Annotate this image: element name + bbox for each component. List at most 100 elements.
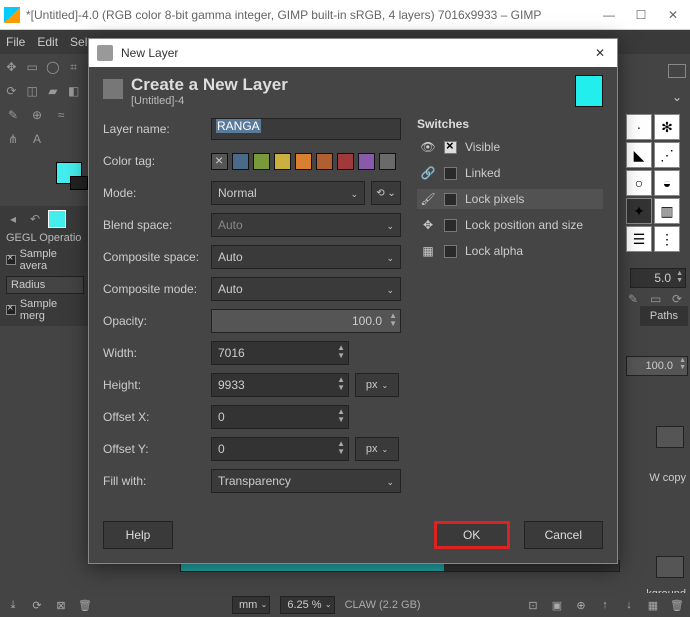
layer-thumbnail[interactable] [656,426,684,448]
brush-size-spinner[interactable]: 5.0 ▲▼ [630,268,686,288]
brush-cell[interactable]: ☰ [626,226,652,252]
down-icon[interactable]: ▼ [337,384,345,392]
sb-nav-4[interactable]: ↑ [598,598,612,612]
color-tag-swatch[interactable] [337,153,354,170]
color-tag-swatch[interactable] [379,153,396,170]
sb-close-icon[interactable]: ⊠ [54,598,68,612]
down-icon[interactable]: ▼ [337,448,345,456]
menu-file[interactable]: File [6,35,25,49]
maximize-button[interactable]: ☐ [634,8,648,22]
brush-cell[interactable]: ⋮ [654,226,680,252]
brush-cell[interactable]: ▥ [654,198,680,224]
lasso-icon[interactable]: ◯ [46,58,61,76]
bucket-icon[interactable]: ▰ [46,82,61,100]
color-tag-swatch[interactable] [232,153,249,170]
sample-average-row[interactable]: Sample avera [2,246,88,274]
dialog-titlebar[interactable]: New Layer ✕ [89,39,617,67]
offset-unit-dropdown[interactable]: px ⌄ [355,437,399,461]
switch-lock-pixels-row[interactable]: 🖌 Lock pixels [417,189,603,209]
down-icon[interactable]: ▼ [337,352,345,360]
offset-x-input[interactable]: 0▲▼ [211,405,349,429]
pencil-icon[interactable]: ✎ [4,106,22,124]
sb-save-icon[interactable]: ⤓ [6,598,20,612]
sb-nav-1[interactable]: ⊡ [526,598,540,612]
color-tag-swatch[interactable] [253,153,270,170]
menu-edit[interactable]: Edit [37,35,58,49]
blend-space-dropdown[interactable]: Auto⌄ [211,213,401,237]
fill-with-dropdown[interactable]: Transparency⌄ [211,469,401,493]
minimize-button[interactable]: — [602,8,616,22]
layer-name-input[interactable]: RANGA [211,118,401,140]
text-icon[interactable]: A [28,130,46,148]
zoom-dropdown[interactable]: 6.25 %⌄ [280,596,334,614]
mode-dropdown[interactable]: Normal⌄ [211,181,365,205]
sample-merged-checkbox[interactable] [6,305,16,315]
width-input[interactable]: 7016▲▼ [211,341,349,365]
switch-lock-position-checkbox[interactable] [444,219,457,232]
radius-field[interactable]: Radius [6,276,84,294]
down-icon[interactable]: ▼ [389,320,397,328]
switch-lock-pixels-checkbox[interactable] [444,193,457,206]
switch-lock-alpha-row[interactable]: ▦ Lock alpha [417,241,603,261]
rect-select-icon[interactable]: ▭ [25,58,40,76]
smudge-icon[interactable]: ≈ [52,106,70,124]
tab-icon-2[interactable]: ↶ [26,210,44,228]
color-tag-swatch[interactable] [211,153,228,170]
brush-cell[interactable]: ∙ [626,114,652,140]
move-tool-icon[interactable]: ✥ [4,58,19,76]
unit-dropdown[interactable]: mm⌄ [232,596,270,614]
sb-nav-2[interactable]: ▣ [550,598,564,612]
crop-icon[interactable]: ⌗ [66,58,81,76]
brush-cell[interactable]: ◣ [626,142,652,168]
composite-mode-dropdown[interactable]: Auto⌄ [211,277,401,301]
sb-nav-7[interactable]: 🗑 [670,598,684,612]
tab-active-icon[interactable] [48,210,66,228]
switch-linked-row[interactable]: 🔗 Linked [417,163,603,183]
color-tag-swatch[interactable] [295,153,312,170]
sb-nav-6[interactable]: ▦ [646,598,660,612]
brush-cell[interactable]: ✦ [626,198,652,224]
tab-icon-1[interactable]: ◂ [4,210,22,228]
close-window-button[interactable]: ✕ [666,8,680,22]
clone-icon[interactable]: ⊕ [28,106,46,124]
sb-refresh-icon[interactable]: ⟳ [30,598,44,612]
brush-cell[interactable]: ○ [626,170,652,196]
panel-btn-2[interactable]: ▭ [650,292,664,306]
ok-button[interactable]: OK [434,521,510,549]
brush-cell[interactable]: ◒ [654,170,680,196]
help-button[interactable]: Help [103,521,173,549]
brush-cell[interactable]: ✻ [654,114,680,140]
dock-caret-icon[interactable]: ⌄ [672,90,682,104]
composite-space-dropdown[interactable]: Auto⌄ [211,245,401,269]
height-unit-dropdown[interactable]: px ⌄ [355,373,399,397]
path-icon[interactable]: ⋔ [4,130,22,148]
color-tag-swatch[interactable] [358,153,375,170]
sample-average-checkbox[interactable] [6,255,16,265]
sample-merged-row[interactable]: Sample merg [2,296,88,324]
sb-nav-3[interactable]: ⊕ [574,598,588,612]
panel-btn-3[interactable]: ⟳ [672,292,686,306]
dialog-close-button[interactable]: ✕ [595,46,609,60]
switch-lock-position-row[interactable]: ✥ Lock position and size [417,215,603,235]
switch-visible-checkbox[interactable] [444,141,457,154]
offset-y-input[interactable]: 0▲▼ [211,437,349,461]
sb-delete-icon[interactable]: 🗑 [78,598,92,612]
panel-btn-1[interactable]: ✎ [628,292,642,306]
opacity-input[interactable]: 100.0▲▼ [211,309,401,333]
down-icon[interactable]: ▼ [337,416,345,424]
layer-thumbnail-bg[interactable] [656,556,684,578]
cancel-button[interactable]: Cancel [524,521,603,549]
dock-tab-button[interactable] [668,64,686,78]
background-color-swatch[interactable] [70,176,88,190]
gradient-icon[interactable]: ◧ [66,82,81,100]
rotate-icon[interactable]: ⟳ [4,82,19,100]
sb-nav-5[interactable]: ↓ [622,598,636,612]
color-tag-swatch[interactable] [274,153,291,170]
height-input[interactable]: 9933▲▼ [211,373,349,397]
mode-reset-button[interactable]: ⟲ ⌄ [371,181,401,205]
switch-linked-checkbox[interactable] [444,167,457,180]
switch-visible-row[interactable]: 👁 Visible [417,137,603,157]
color-tag-swatch[interactable] [316,153,333,170]
paths-tab[interactable]: Paths [640,306,688,326]
dialog-color-preview[interactable] [575,75,603,107]
